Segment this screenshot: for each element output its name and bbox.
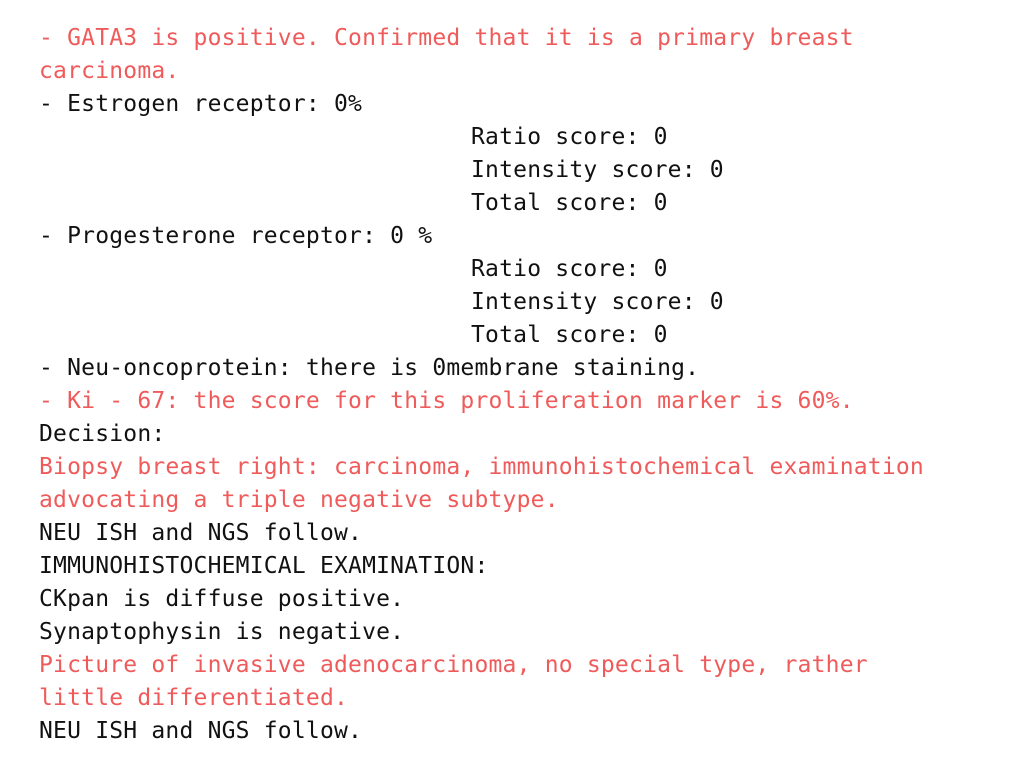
- progesterone-receptor-header: - Progesterone receptor: 0 %: [39, 223, 433, 249]
- ihc-heading: IMMUNOHISTOCHEMICAL EXAMINATION:: [39, 553, 489, 579]
- biopsy-line-1: Biopsy breast right: carcinoma, immunohi…: [39, 454, 924, 480]
- estrogen-ratio-score: Ratio score: 0: [471, 124, 668, 150]
- estrogen-receptor-header: - Estrogen receptor: 0%: [39, 91, 363, 117]
- picture-line-2: little differentiated.: [39, 685, 349, 711]
- decision-heading: Decision:: [39, 421, 166, 447]
- pathology-report: - GATA3 is positive. Confirmed that it i…: [39, 22, 999, 748]
- followup-line-1: NEU ISH and NGS follow.: [39, 520, 363, 546]
- progesterone-ratio-score: Ratio score: 0: [471, 256, 668, 282]
- picture-line-1: Picture of invasive adenocarcinoma, no s…: [39, 652, 868, 678]
- gata3-line-1: - GATA3 is positive. Confirmed that it i…: [39, 25, 854, 51]
- neu-oncoprotein-line: - Neu-oncoprotein: there is 0membrane st…: [39, 355, 700, 381]
- followup-line-2: NEU ISH and NGS follow.: [39, 718, 363, 744]
- ki67-line: - Ki - 67: the score for this proliferat…: [39, 388, 854, 414]
- progesterone-intensity-score: Intensity score: 0: [471, 289, 724, 315]
- ckpan-line: CKpan is diffuse positive.: [39, 586, 405, 612]
- estrogen-total-score: Total score: 0: [471, 190, 668, 216]
- estrogen-intensity-score: Intensity score: 0: [471, 157, 724, 183]
- synaptophysin-line: Synaptophysin is negative.: [39, 619, 405, 645]
- gata3-line-2: carcinoma.: [39, 58, 180, 84]
- biopsy-line-2: advocating a triple negative subtype.: [39, 487, 559, 513]
- progesterone-total-score: Total score: 0: [471, 322, 668, 348]
